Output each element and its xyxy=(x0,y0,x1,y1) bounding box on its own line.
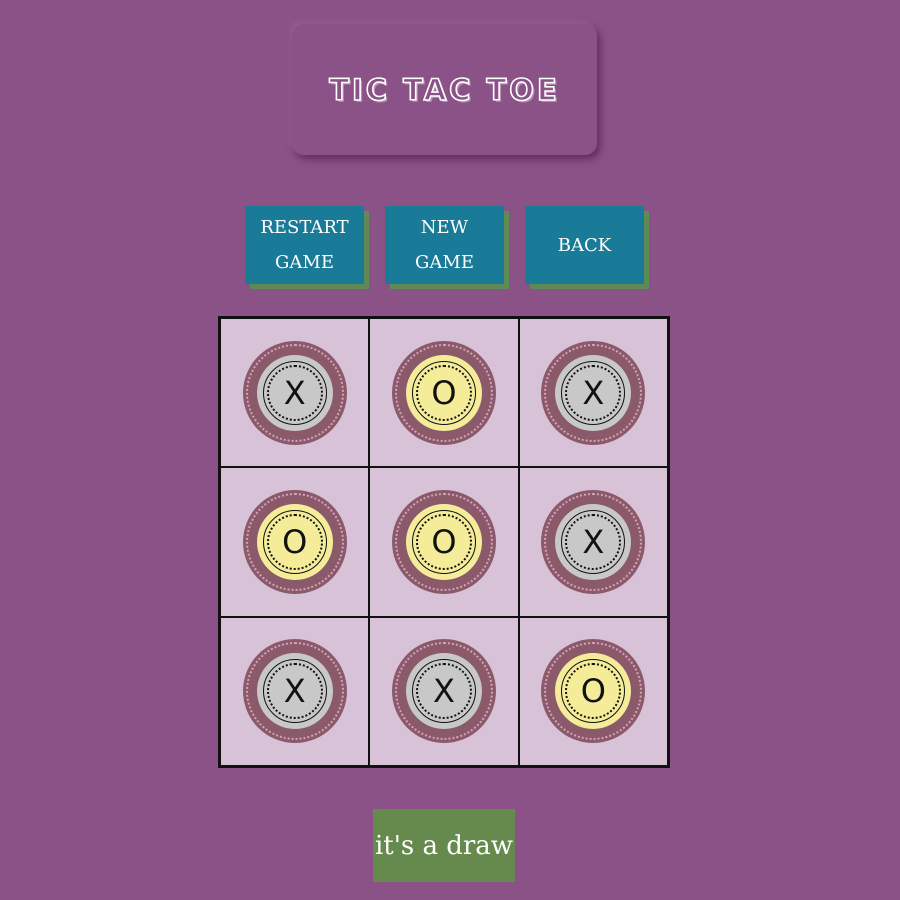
game-status: it's a draw xyxy=(373,809,515,882)
game-title: TIC TAC TOE xyxy=(328,72,560,108)
game-board: X O X O O X X X O xyxy=(218,316,670,768)
chip-o-icon: O xyxy=(242,489,347,594)
coin-dots: O xyxy=(415,513,472,570)
cell-mark: O xyxy=(431,522,457,561)
chip-x-icon: X xyxy=(541,340,646,445)
board-cell-3[interactable]: X xyxy=(518,318,668,468)
coin-ring: X xyxy=(561,509,626,574)
back-button[interactable]: BACK xyxy=(525,206,644,284)
coin-ring: O xyxy=(561,659,626,724)
coin: X xyxy=(405,653,482,730)
cell-mark: O xyxy=(431,373,457,412)
coin-dots: X xyxy=(565,513,622,570)
restart-game-label: RESTART GAME xyxy=(260,210,348,280)
title-card: TIC TAC TOE xyxy=(292,24,597,155)
coin-ring: O xyxy=(411,509,476,574)
chip-x-icon: X xyxy=(541,489,646,594)
chip-o-icon: O xyxy=(391,340,496,445)
coin-dots: O xyxy=(415,364,472,421)
chip-x-icon: X xyxy=(391,639,496,744)
board-cell-7[interactable]: X xyxy=(220,616,370,766)
new-game-button[interactable]: NEW GAME xyxy=(385,206,504,284)
restart-game-button[interactable]: RESTART GAME xyxy=(245,206,364,284)
coin: O xyxy=(405,503,482,580)
chip-o-icon: O xyxy=(541,639,646,744)
coin-dots: X xyxy=(266,364,323,421)
coin-dots: X xyxy=(565,364,622,421)
coin: X xyxy=(256,354,333,431)
chip-x-icon: X xyxy=(242,340,347,445)
coin: X xyxy=(555,354,632,431)
board-cell-6[interactable]: X xyxy=(518,467,668,617)
cell-mark: X xyxy=(283,672,306,711)
back-label: BACK xyxy=(557,234,612,256)
coin-ring: O xyxy=(262,509,327,574)
coin: O xyxy=(555,653,632,730)
coin-ring: X xyxy=(262,360,327,425)
cell-mark: X xyxy=(283,373,306,412)
restart-label-line1: RESTART xyxy=(260,217,349,238)
board-cell-8[interactable]: X xyxy=(369,616,519,766)
board-cell-2[interactable]: O xyxy=(369,318,519,468)
chip-x-icon: X xyxy=(242,639,347,744)
coin: O xyxy=(405,354,482,431)
coin-ring: X xyxy=(411,659,476,724)
cell-mark: O xyxy=(580,672,606,711)
board-cell-5[interactable]: O xyxy=(369,467,519,617)
board-cell-4[interactable]: O xyxy=(220,467,370,617)
coin: X xyxy=(555,503,632,580)
coin-dots: O xyxy=(266,513,323,570)
cell-mark: X xyxy=(433,672,455,711)
coin-ring: X xyxy=(262,659,327,724)
chip-o-icon: O xyxy=(391,489,496,594)
coin: O xyxy=(256,503,333,580)
coin-dots: X xyxy=(266,663,323,720)
coin-ring: O xyxy=(411,360,476,425)
restart-label-line2: GAME xyxy=(275,252,334,273)
coin-ring: X xyxy=(561,360,626,425)
coin-dots: X xyxy=(415,663,472,720)
coin-dots: O xyxy=(565,663,622,720)
board-cell-9[interactable]: O xyxy=(518,616,668,766)
cell-mark: X xyxy=(582,373,605,412)
cell-mark: X xyxy=(582,522,605,561)
coin: X xyxy=(256,653,333,730)
cell-mark: O xyxy=(282,522,308,561)
board-cell-1[interactable]: X xyxy=(220,318,370,468)
new-game-label: NEW GAME xyxy=(415,217,474,273)
